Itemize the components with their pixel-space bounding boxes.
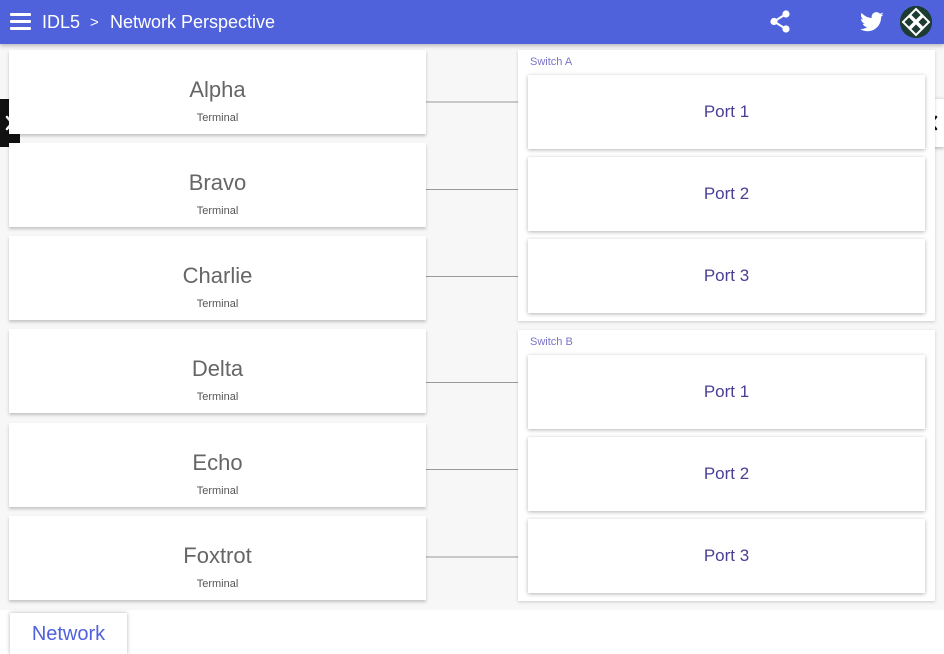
terminal-type: Terminal: [196, 485, 239, 497]
terminal-name: Alpha: [189, 77, 246, 102]
terminal-node-delta[interactable]: Delta Terminal: [9, 329, 426, 413]
breadcrumb-separator: >: [90, 14, 99, 31]
port-item[interactable]: Port 1: [528, 75, 925, 149]
port-label: Port 2: [703, 184, 750, 203]
breadcrumb-root[interactable]: IDL5: [42, 12, 80, 32]
terminal-name: Bravo: [188, 170, 247, 195]
terminal-type: Terminal: [196, 205, 239, 217]
twitter-icon[interactable]: [860, 11, 884, 33]
terminal-name: Delta: [191, 356, 244, 381]
port-item[interactable]: Port 2: [528, 437, 925, 511]
terminal-type: Terminal: [196, 298, 239, 310]
terminal-node-charlie[interactable]: Charlie Terminal: [9, 236, 426, 320]
switch-label: Switch B: [530, 336, 573, 348]
menu-icon[interactable]: [10, 12, 31, 30]
bottom-tab-bar: Network: [0, 610, 944, 654]
terminal-type: Terminal: [196, 112, 239, 124]
terminal-node-echo[interactable]: Echo Terminal: [9, 423, 426, 507]
terminal-node-bravo[interactable]: Bravo Terminal: [9, 143, 426, 227]
page-title: Network Perspective: [110, 12, 276, 32]
port-label: Port 1: [703, 382, 750, 401]
terminal-name: Charlie: [182, 263, 253, 288]
terminal-node-alpha[interactable]: Alpha Terminal: [9, 50, 426, 134]
terminal-node-foxtrot[interactable]: Foxtrot Terminal: [9, 516, 426, 600]
port-label: Port 1: [703, 102, 750, 121]
terminal-name: Echo: [192, 450, 243, 475]
port-item[interactable]: Port 1: [528, 355, 925, 429]
avatar[interactable]: [900, 6, 932, 38]
switch-group-a: Switch A Port 1 Port 2 Port 3: [518, 50, 935, 321]
switch-group-b: Switch B Port 1 Port 2 Port 3: [518, 330, 935, 601]
port-label: Port 2: [703, 464, 750, 483]
terminal-name: Foxtrot: [183, 543, 252, 568]
share-icon[interactable]: [769, 10, 791, 33]
tab-network[interactable]: Network: [10, 613, 127, 654]
port-item[interactable]: Port 2: [528, 157, 925, 231]
port-item[interactable]: Port 3: [528, 519, 925, 593]
tab-label: Network: [31, 623, 106, 645]
top-app-bar: IDL5 > Network Perspective: [0, 0, 944, 44]
switch-label: Switch A: [530, 56, 573, 68]
port-item[interactable]: Port 3: [528, 239, 925, 313]
terminal-type: Terminal: [196, 578, 239, 590]
port-label: Port 3: [703, 546, 750, 565]
port-label: Port 3: [703, 266, 750, 285]
terminal-type: Terminal: [196, 391, 239, 403]
